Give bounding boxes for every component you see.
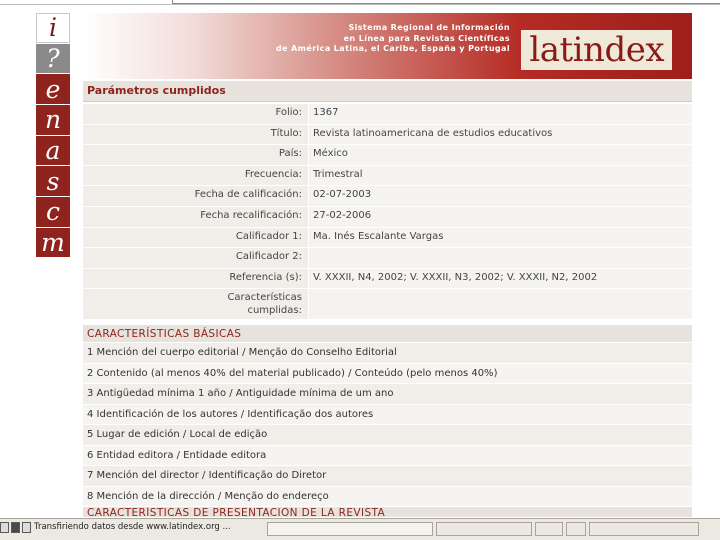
param-row-frecuencia: Frecuencia: Trimestral: [83, 165, 692, 187]
characteristics-table: CARACTERÍSTICAS BÁSICAS 1 Mención del cu…: [83, 325, 692, 517]
latindex-logo[interactable]: latindex: [521, 30, 672, 70]
page-icon: [0, 522, 9, 533]
characteristic-item: 8 Mención de la dirección / Menção do en…: [83, 486, 692, 507]
load-progress-bar: [267, 522, 433, 536]
param-row-titulo: Título: Revista latinoamericana de estud…: [83, 124, 692, 146]
section-title: Parámetros cumplidos: [83, 81, 692, 102]
banner-tagline: Sistema Regional de Información en Línea…: [276, 23, 510, 55]
status-cell: [436, 522, 532, 536]
header-banner: Sistema Regional de Información en Línea…: [83, 13, 692, 79]
zone-cell: [589, 522, 699, 536]
characteristic-item: 5 Lugar de edición / Local de edição: [83, 425, 692, 446]
params-table: Folio: 1367 Título: Revista latinoameric…: [83, 104, 692, 321]
param-row-calificador-2: Calificador 2:: [83, 248, 692, 269]
param-label: Fecha de calificación:: [83, 186, 308, 207]
param-value: V. XXXII, N4, 2002; V. XXXII, N3, 2002; …: [308, 268, 692, 290]
param-label-line-2: cumplidas:: [247, 305, 302, 317]
network-icon: [11, 522, 20, 533]
top-frame-line: [0, 0, 720, 5]
param-label: Folio:: [83, 104, 308, 125]
param-value: 1367: [308, 104, 692, 125]
param-row-folio: Folio: 1367: [83, 104, 692, 125]
param-label: Fecha recalificación:: [83, 206, 308, 228]
characteristic-item: 4 Identificación de los autores / Identi…: [83, 404, 692, 425]
param-label: Referencia (s):: [83, 268, 308, 290]
param-label-line-1: Características: [227, 292, 302, 304]
param-label: País:: [83, 145, 308, 166]
status-text: Transfiriendo datos desde www.latindex.o…: [34, 522, 231, 532]
status-cell: [535, 522, 563, 536]
security-icon: [22, 522, 31, 533]
status-icons: [0, 522, 31, 536]
tagline-line-2: en Línea para Revistas Científicas: [343, 33, 510, 43]
tagline-line-3: de América Latina, el Caribe, España y P…: [275, 44, 510, 53]
tile-s[interactable]: s: [36, 166, 70, 196]
param-value: [308, 248, 692, 269]
tile-question[interactable]: ?: [36, 43, 70, 74]
presentation-characteristics-heading: CARACTERÍSTICAS DE PRESENTACIÓN DE LA RE…: [83, 507, 692, 517]
param-row-referencias: Referencia (s): V. XXXII, N4, 2002; V. X…: [83, 268, 692, 290]
characteristic-item: 6 Entidad editora / Entidade editora: [83, 445, 692, 466]
characteristics-list: 1 Mención del cuerpo editorial / Menção …: [83, 343, 692, 507]
param-value: 02-07-2003: [308, 186, 692, 207]
param-label: Calificador 1:: [83, 227, 308, 249]
param-value: 27-02-2006: [308, 206, 692, 228]
characteristics-heading: CARACTERÍSTICAS BÁSICAS: [83, 325, 692, 343]
param-value: Revista latinoamericana de estudios educ…: [308, 124, 692, 146]
param-label: Calificador 2:: [83, 248, 308, 269]
tagline-line-1: Sistema Regional de Información: [348, 23, 510, 32]
param-row-fecha-calificacion: Fecha de calificación: 02-07-2003: [83, 186, 692, 207]
browser-status-bar: Transfiriendo datos desde www.latindex.o…: [0, 518, 720, 540]
tile-c[interactable]: c: [36, 197, 70, 227]
param-row-caracteristicas: Características cumplidas:: [83, 289, 692, 321]
tile-i[interactable]: i: [36, 13, 70, 43]
param-row-pais: País: México: [83, 145, 692, 166]
status-cell: [566, 522, 586, 536]
tile-n[interactable]: n: [36, 105, 70, 135]
tile-e[interactable]: e: [36, 74, 70, 104]
tile-a[interactable]: a: [36, 135, 70, 166]
param-value: Trimestral: [308, 165, 692, 187]
param-label: Título:: [83, 124, 308, 146]
characteristic-item: 2 Contenido (al menos 40% del material p…: [83, 363, 692, 384]
letter-tiles-nav: i ? e n a s c m: [36, 13, 70, 259]
characteristic-item: 3 Antigüedad mínima 1 año / Antiguidade …: [83, 384, 692, 405]
top-frame-segment: [172, 0, 720, 4]
param-value: Ma. Inés Escalante Vargas: [308, 227, 692, 249]
param-row-calificador-1: Calificador 1: Ma. Inés Escalante Vargas: [83, 227, 692, 249]
characteristic-item: 1 Mención del cuerpo editorial / Menção …: [83, 343, 692, 364]
characteristic-item: 7 Mención del director / Identificação d…: [83, 466, 692, 487]
param-label: Características cumplidas:: [83, 289, 308, 321]
param-value: [308, 289, 692, 321]
tile-m[interactable]: m: [36, 227, 70, 258]
param-label: Frecuencia:: [83, 165, 308, 187]
param-row-fecha-recalificacion: Fecha recalificación: 27-02-2006: [83, 206, 692, 228]
param-value: México: [308, 145, 692, 166]
